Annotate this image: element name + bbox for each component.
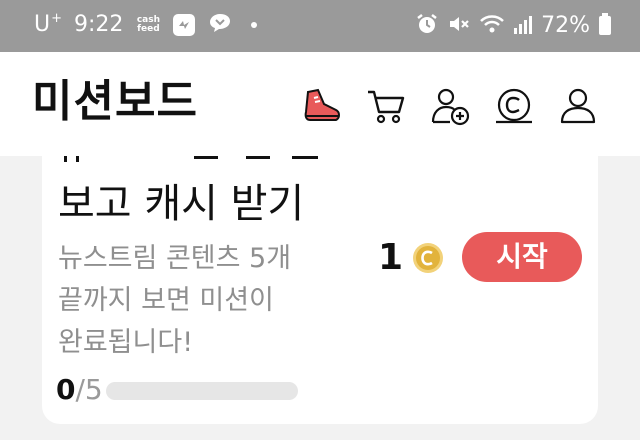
mission-title: 보고 캐시 받기 — [58, 181, 305, 227]
profile-icon[interactable] — [556, 84, 600, 128]
status-bar: U + 9:22 cash feed 72% — [0, 0, 640, 52]
alarm-icon — [415, 12, 439, 40]
signal-icon — [513, 13, 533, 39]
app-header: 미션보드 — [0, 52, 640, 156]
mission-description-line: 끝까지 보면 미션이 — [58, 285, 274, 316]
start-button[interactable]: 시작 — [462, 232, 582, 282]
add-friend-icon[interactable] — [428, 84, 472, 128]
messenger-notification-icon — [207, 12, 233, 38]
reward-amount: 1 — [378, 237, 404, 278]
mute-icon — [447, 12, 471, 40]
mission-description-line: 뉴스트림 콘텐츠 5개 — [58, 243, 292, 274]
progress-counter: 0/5 — [56, 372, 103, 408]
cash-coin-icon — [413, 243, 443, 273]
progress-total: /5 — [75, 373, 103, 406]
carrier-name: U — [34, 12, 51, 37]
mission-description-line: 완료됩니다! — [58, 327, 194, 358]
cashfeed-logo-bottom: feed — [137, 24, 160, 34]
cash-coin-icon[interactable] — [492, 84, 536, 128]
clock: 9:22 — [74, 12, 124, 37]
cashfeed-logo: cash feed — [135, 16, 161, 34]
clipped-heading-fragment — [64, 156, 318, 162]
shoe-icon[interactable] — [300, 84, 344, 128]
notification-dot — [251, 22, 258, 28]
progress-bar — [106, 382, 298, 400]
carrier-label: U + — [34, 12, 62, 38]
battery-percent: 72% — [541, 13, 590, 38]
mission-description: 뉴스트림 콘텐츠 5개 끝까지 보면 미션이 완료됩니다! — [58, 238, 358, 364]
cart-icon[interactable] — [364, 84, 408, 128]
carrier-plus: + — [51, 11, 63, 26]
wifi-icon — [479, 12, 505, 40]
progress-current: 0 — [56, 373, 76, 406]
battery-icon — [598, 12, 612, 40]
status-left: U + 9:22 cash feed — [34, 12, 258, 38]
app-notification-icon — [173, 14, 196, 36]
status-right: 72% — [415, 12, 612, 40]
page-title: 미션보드 — [32, 76, 198, 127]
mission-card[interactable]: 보고 캐시 받기 뉴스트림 콘텐츠 5개 끝까지 보면 미션이 완료됩니다! 1… — [42, 156, 598, 424]
